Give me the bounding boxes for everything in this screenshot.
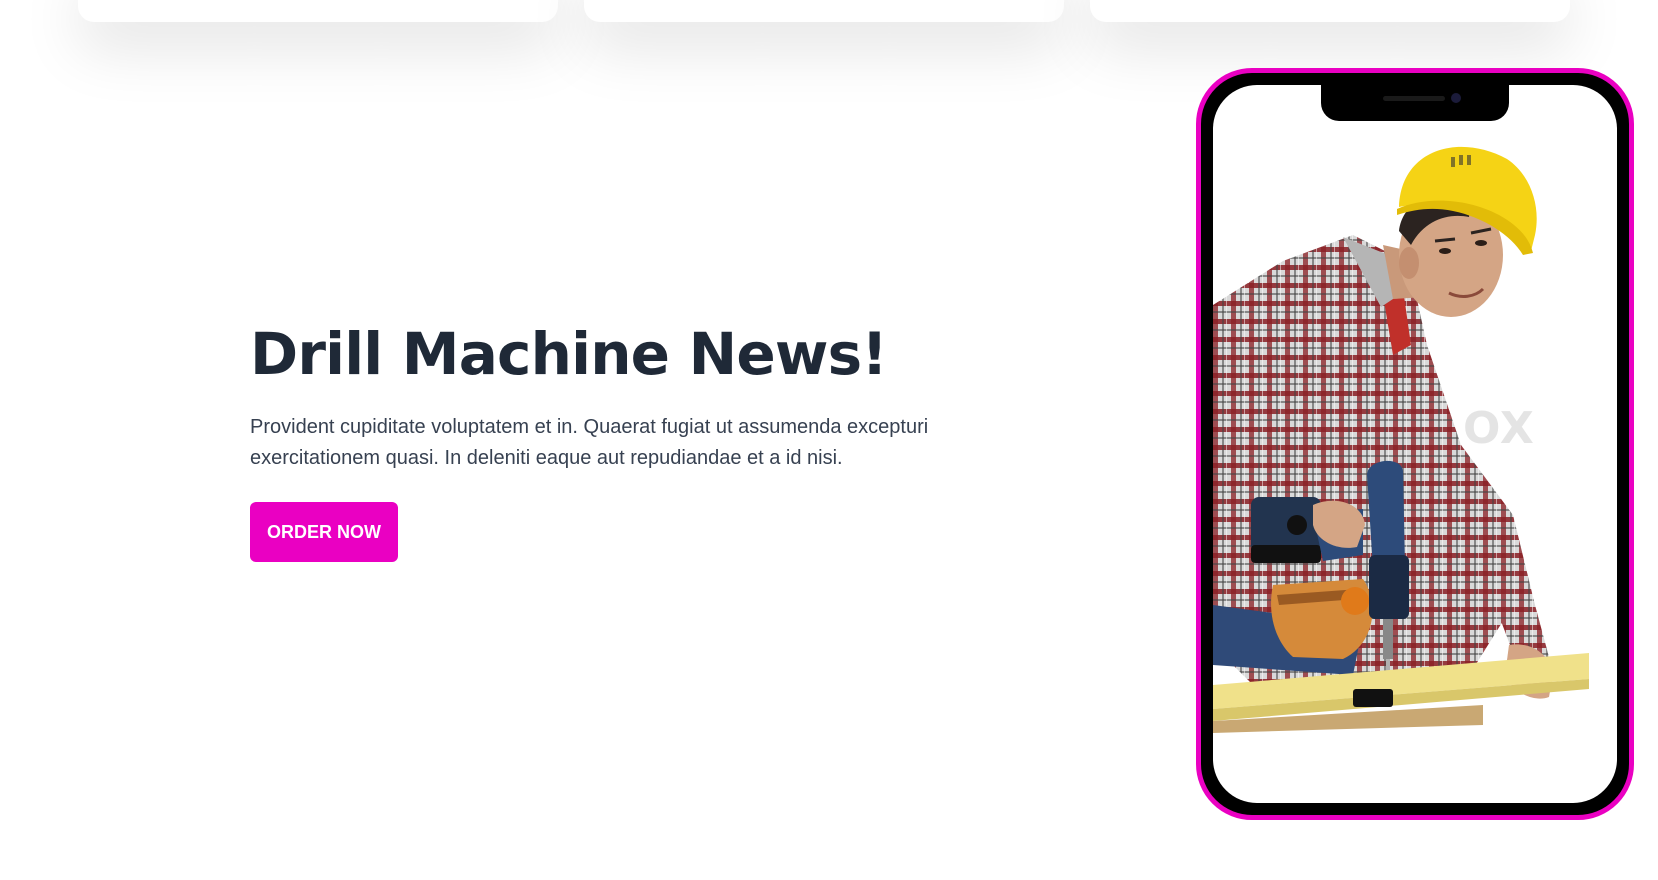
hero-section: Drill Machine News! Provident cupiditate… <box>250 318 990 562</box>
page: Drill Machine News! Provident cupiditate… <box>0 0 1658 880</box>
order-now-button[interactable]: ORDER NOW <box>250 502 398 562</box>
phone-notch <box>1321 85 1509 121</box>
hero-description: Provident cupiditate voluptatem et in. Q… <box>250 416 929 469</box>
feature-card-2 <box>584 0 1064 22</box>
hero-title: Drill Machine News! <box>250 320 888 388</box>
speaker-grille <box>1383 96 1445 101</box>
feature-card-3 <box>1090 0 1570 22</box>
phone-mockup: OX <box>1196 68 1634 820</box>
phone-screen: OX <box>1213 85 1617 803</box>
feature-card-1 <box>78 0 558 22</box>
image-watermark: OX <box>1463 403 1535 454</box>
worker-drill-image <box>1213 146 1589 733</box>
camera-icon <box>1451 93 1461 103</box>
